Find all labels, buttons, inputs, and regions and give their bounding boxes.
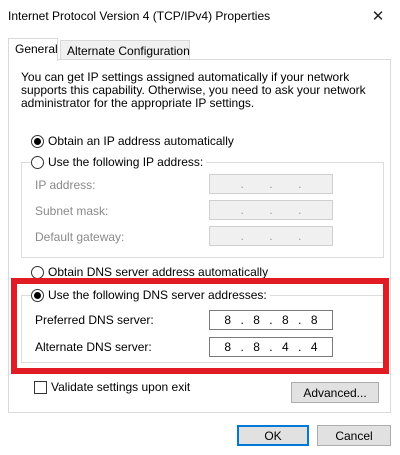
title-bar: Internet Protocol Version 4 (TCP/IPv4) P… <box>0 0 400 31</box>
dns-highlight-box <box>11 278 389 374</box>
radio-label: Obtain DNS server address automatically <box>48 265 269 279</box>
radio-button[interactable] <box>31 155 44 169</box>
subnet-mask-label: Subnet mask: <box>35 204 109 218</box>
radio-obtain-dns-auto[interactable]: Obtain DNS server address automatically <box>31 265 272 279</box>
validate-settings-checkbox-row[interactable]: Validate settings upon exit <box>34 380 190 394</box>
cancel-button[interactable]: Cancel <box>317 425 391 446</box>
validate-settings-checkbox[interactable] <box>34 380 47 394</box>
radio-label: Obtain an IP address automatically <box>48 134 234 148</box>
subnet-mask-input[interactable]: . . . <box>209 200 333 220</box>
radio-obtain-ip-auto[interactable]: Obtain an IP address automatically <box>31 134 237 148</box>
close-icon: ✕ <box>371 7 385 25</box>
tab-alternate-configuration[interactable]: Alternate Configuration <box>60 40 190 60</box>
validate-settings-label: Validate settings upon exit <box>51 380 191 394</box>
radio-button[interactable] <box>31 134 44 148</box>
default-gateway-label: Default gateway: <box>35 230 125 244</box>
ok-button[interactable]: OK <box>237 425 309 446</box>
ip-address-label: IP address: <box>35 178 96 192</box>
tab-general[interactable]: General <box>8 38 58 61</box>
default-gateway-input[interactable]: . . . <box>209 226 333 246</box>
close-button[interactable]: ✕ <box>356 0 400 31</box>
radio-button[interactable] <box>31 265 44 279</box>
advanced-button[interactable]: Advanced... <box>291 382 379 403</box>
radio-use-following-ip[interactable]: Use the following IP address: <box>31 155 207 169</box>
ip-address-input[interactable]: . . . <box>209 174 333 194</box>
window-title: Internet Protocol Version 4 (TCP/IPv4) P… <box>8 9 271 23</box>
description-text: You can get IP settings assigned automat… <box>21 70 366 110</box>
radio-label: Use the following IP address: <box>48 155 204 169</box>
